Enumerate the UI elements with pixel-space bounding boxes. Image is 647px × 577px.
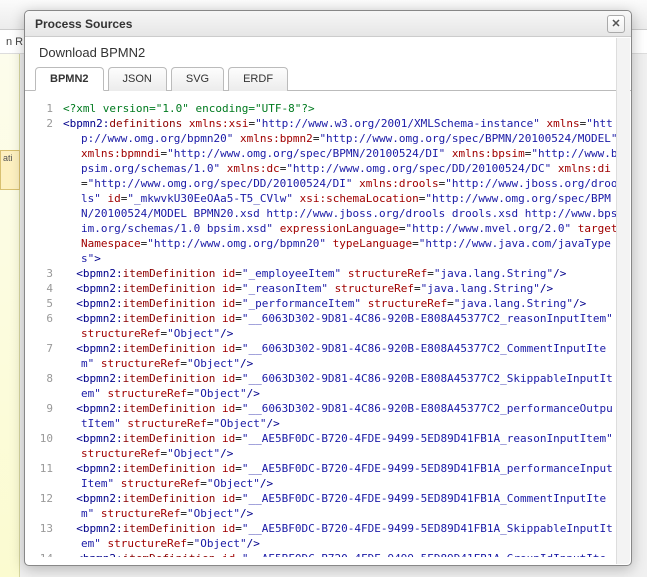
code-area: 12345678910111213141516171819 <?xml vers… xyxy=(33,97,623,557)
code-line: <bpmn2:itemDefinition id="__AE5BF0DC-B72… xyxy=(63,431,619,461)
line-number: 10 xyxy=(33,431,53,461)
line-number: 14 xyxy=(33,551,53,557)
line-number: 3 xyxy=(33,266,53,281)
code-line: <bpmn2:itemDefinition id="__AE5BF0DC-B72… xyxy=(63,491,619,521)
code-line: <bpmn2:itemDefinition id="__6063D302-9D8… xyxy=(63,401,619,431)
code-content[interactable]: <?xml version="1.0" encoding="UTF-8"?><b… xyxy=(59,97,623,557)
code-line: <bpmn2:itemDefinition id="__6063D302-9D8… xyxy=(63,311,619,341)
code-line: <bpmn2:itemDefinition id="__AE5BF0DC-B72… xyxy=(63,461,619,491)
background-side-tag: ati xyxy=(0,150,20,190)
background-side-strip xyxy=(0,54,20,577)
tab-json[interactable]: JSON xyxy=(108,67,167,91)
modal-subheader: Download BPMN2 xyxy=(25,37,631,66)
code-line: <bpmn2:itemDefinition id="__6063D302-9D8… xyxy=(63,341,619,371)
vertical-scrollbar[interactable] xyxy=(616,38,630,564)
bg-row-text: n R xyxy=(6,36,23,48)
tab-bar: BPMN2JSONSVGERDF xyxy=(25,66,631,91)
process-sources-modal: Process Sources ✕ Download BPMN2 BPMN2JS… xyxy=(24,10,632,566)
line-number: 8 xyxy=(33,371,53,401)
modal-title: Process Sources xyxy=(35,17,132,31)
tab-erdf[interactable]: ERDF xyxy=(228,67,288,91)
code-line: <bpmn2:itemDefinition id="_employeeItem"… xyxy=(63,266,619,281)
line-number: 7 xyxy=(33,341,53,371)
close-icon: ✕ xyxy=(611,17,620,30)
code-line: <bpmn2:itemDefinition id="_performanceIt… xyxy=(63,296,619,311)
line-number: 11 xyxy=(33,461,53,491)
code-line: <bpmn2:itemDefinition id="__AE5BF0DC-B72… xyxy=(63,551,619,557)
close-button[interactable]: ✕ xyxy=(607,15,625,33)
code-line: <bpmn2:itemDefinition id="_reasonItem" s… xyxy=(63,281,619,296)
code-line: <bpmn2:definitions xmlns:xsi="http://www… xyxy=(63,116,619,266)
line-number: 6 xyxy=(33,311,53,341)
line-number: 4 xyxy=(33,281,53,296)
line-number: 13 xyxy=(33,521,53,551)
tab-bpmn2[interactable]: BPMN2 xyxy=(35,67,104,91)
line-number: 9 xyxy=(33,401,53,431)
tab-svg[interactable]: SVG xyxy=(171,67,224,91)
line-number: 5 xyxy=(33,296,53,311)
line-gutter: 12345678910111213141516171819 xyxy=(33,97,59,557)
line-number: 2 xyxy=(33,116,53,266)
code-line: <bpmn2:itemDefinition id="__6063D302-9D8… xyxy=(63,371,619,401)
modal-titlebar: Process Sources ✕ xyxy=(25,11,631,37)
code-line: <bpmn2:itemDefinition id="__AE5BF0DC-B72… xyxy=(63,521,619,551)
line-number: 1 xyxy=(33,101,53,116)
line-number: 12 xyxy=(33,491,53,521)
code-line: <?xml version="1.0" encoding="UTF-8"?> xyxy=(63,101,619,116)
